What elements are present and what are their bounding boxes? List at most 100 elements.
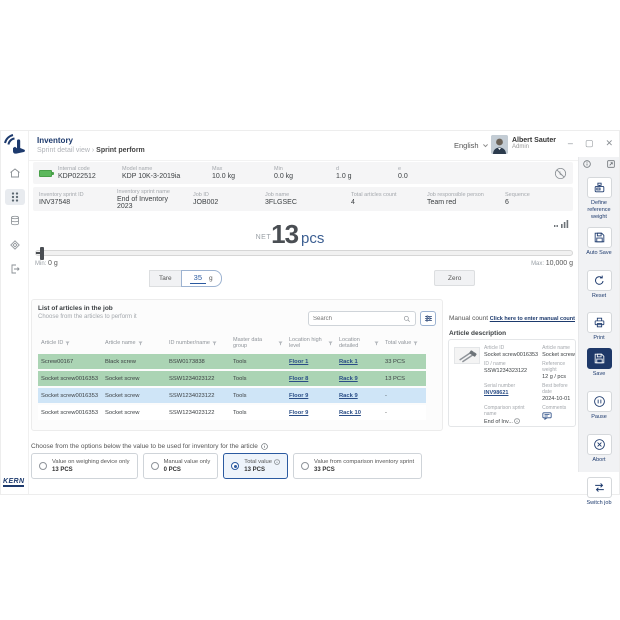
manual-count-link[interactable]: Click here to enter manual count xyxy=(490,316,575,322)
table-cell[interactable]: Socket screw0016353 xyxy=(38,405,102,422)
avatar[interactable] xyxy=(491,135,508,154)
minimize-button[interactable]: – xyxy=(568,139,573,148)
table-cell[interactable]: - xyxy=(382,405,426,422)
column-header[interactable]: Total value xyxy=(382,334,426,354)
table-cell-location-link[interactable]: Floor 9 xyxy=(286,388,336,405)
comment-icon[interactable] xyxy=(542,412,552,420)
field-label: Job name xyxy=(265,192,339,198)
field-value: INV37548 xyxy=(39,199,105,206)
desc-value: Socket screw xyxy=(542,352,575,358)
sidebar-item-inventory[interactable] xyxy=(5,189,25,205)
table-cell[interactable]: 33 PCS xyxy=(382,354,426,371)
table-cell[interactable]: Socket screw xyxy=(102,371,166,388)
table-cell-location-link[interactable]: Rack 1 xyxy=(336,354,382,371)
search-box xyxy=(308,311,416,326)
abort-button[interactable]: Abort xyxy=(580,434,618,464)
funnel-icon xyxy=(65,341,70,346)
weight-range-slider[interactable] xyxy=(35,250,573,256)
kern-brand-logo: KERN xyxy=(3,478,24,487)
table-cell-location-link[interactable]: Floor 1 xyxy=(286,354,336,371)
weight-prefix: NET xyxy=(256,234,272,241)
option-weighing-device-only[interactable]: Value on weighing device only13 PCS xyxy=(31,453,138,479)
column-header[interactable]: ID number/name xyxy=(166,334,230,354)
save-button[interactable]: Save xyxy=(580,348,618,378)
scale-icon xyxy=(593,181,606,194)
table-cell-location-link[interactable]: Rack 9 xyxy=(336,371,382,388)
table-cell[interactable]: Socket screw xyxy=(102,388,166,405)
table-cell[interactable]: Tools xyxy=(230,371,286,388)
sidebar-item-home[interactable] xyxy=(5,165,25,181)
table-cell[interactable]: BSW0173838 xyxy=(166,354,230,371)
field-label: Internal code xyxy=(58,166,110,172)
weight-display: NET13pcs xyxy=(1,219,579,250)
field-value: 3FLGSEC xyxy=(265,199,339,206)
table-cell[interactable]: Black screw xyxy=(102,354,166,371)
table-cell-location-link[interactable]: Floor 8 xyxy=(286,371,336,388)
pause-button[interactable]: Pause xyxy=(580,391,618,421)
column-header[interactable]: Article ID xyxy=(38,334,102,354)
info-icon[interactable] xyxy=(274,459,280,465)
language-selector[interactable]: English xyxy=(454,141,489,150)
pause-icon xyxy=(593,395,606,408)
table-cell-location-link[interactable]: Rack 9 xyxy=(336,388,382,405)
radio-icon[interactable] xyxy=(231,462,239,470)
field-label: Sequence xyxy=(505,192,543,198)
switch-job-button[interactable]: Switch job xyxy=(580,477,618,507)
table-cell[interactable]: Socket screw0016353 xyxy=(38,371,102,388)
print-button[interactable]: Print xyxy=(580,312,618,342)
filter-button[interactable] xyxy=(420,311,436,326)
table-cell[interactable]: SSW1234023122 xyxy=(166,405,230,422)
column-header[interactable]: Article name xyxy=(102,334,166,354)
option-manual-value-only[interactable]: Manual value only0 PCS xyxy=(143,453,219,479)
search-input[interactable] xyxy=(313,316,400,322)
desc-label: ID / name xyxy=(484,361,538,367)
weight-value: 13 xyxy=(271,219,298,249)
close-button[interactable]: ✕ xyxy=(605,139,613,148)
slider-handle[interactable] xyxy=(40,247,44,260)
define-reference-weight-button[interactable]: Define reference weight xyxy=(580,177,618,221)
field-label: Job responsible person xyxy=(427,192,493,198)
job-info-bar: Inventory sprint IDINV37548 Inventory sp… xyxy=(33,187,573,211)
option-total-value[interactable]: Total value 13 PCS xyxy=(223,453,288,479)
table-cell[interactable]: Tools xyxy=(230,354,286,371)
radio-icon[interactable] xyxy=(39,462,47,470)
table-cell[interactable]: Tools xyxy=(230,405,286,422)
table-cell[interactable]: Socket screw xyxy=(102,405,166,422)
table-cell[interactable]: SSW1234023122 xyxy=(166,371,230,388)
desc-label: Reference weight xyxy=(542,361,575,373)
tare-input[interactable]: 35 g xyxy=(181,270,222,287)
serial-number-link[interactable]: INV98621 xyxy=(484,390,538,396)
breadcrumb-separator: › xyxy=(92,147,94,154)
zero-button[interactable]: Zero xyxy=(434,270,475,286)
maximize-button[interactable]: ▢ xyxy=(585,139,594,148)
table-cell-location-link[interactable]: Floor 9 xyxy=(286,405,336,422)
table-cell[interactable]: SSW1234023122 xyxy=(166,388,230,405)
touch-disabled-icon[interactable] xyxy=(554,167,567,180)
radio-icon[interactable] xyxy=(151,462,159,470)
expand-icon[interactable] xyxy=(607,160,615,168)
info-icon[interactable] xyxy=(583,160,591,168)
tare-value[interactable]: 35 xyxy=(190,273,206,284)
reset-icon xyxy=(593,274,606,287)
column-header[interactable]: Location high level xyxy=(286,334,336,354)
option-comparison-sprint-value[interactable]: Value from comparison inventory sprint33… xyxy=(293,453,422,479)
auto-save-button[interactable]: Auto Save xyxy=(580,227,618,257)
radio-icon[interactable] xyxy=(301,462,309,470)
table-cell[interactable]: Tools xyxy=(230,388,286,405)
info-icon[interactable] xyxy=(514,418,520,424)
right-toolbar: Define reference weight Auto Save Reset … xyxy=(578,157,619,472)
reset-button[interactable]: Reset xyxy=(580,270,618,300)
table-cell-location-link[interactable]: Rack 10 xyxy=(336,405,382,422)
column-header[interactable]: Master data group xyxy=(230,334,286,354)
titlebar: Inventory Sprint detail view › Sprint pe… xyxy=(29,131,619,161)
breadcrumb-parent[interactable]: Sprint detail view xyxy=(37,147,90,154)
table-cell[interactable]: - xyxy=(382,388,426,405)
sidebar-item-logout[interactable] xyxy=(5,261,25,277)
field-value: 6 xyxy=(505,199,543,206)
desc-value: 12 g / pcs xyxy=(542,374,575,380)
table-cell[interactable]: Socket screw0016353 xyxy=(38,388,102,405)
column-header[interactable]: Location detailed xyxy=(336,334,382,354)
slider-min: Min: 0 g xyxy=(35,260,58,267)
table-cell[interactable]: 13 PCS xyxy=(382,371,426,388)
table-cell[interactable]: Screw00167 xyxy=(38,354,102,371)
